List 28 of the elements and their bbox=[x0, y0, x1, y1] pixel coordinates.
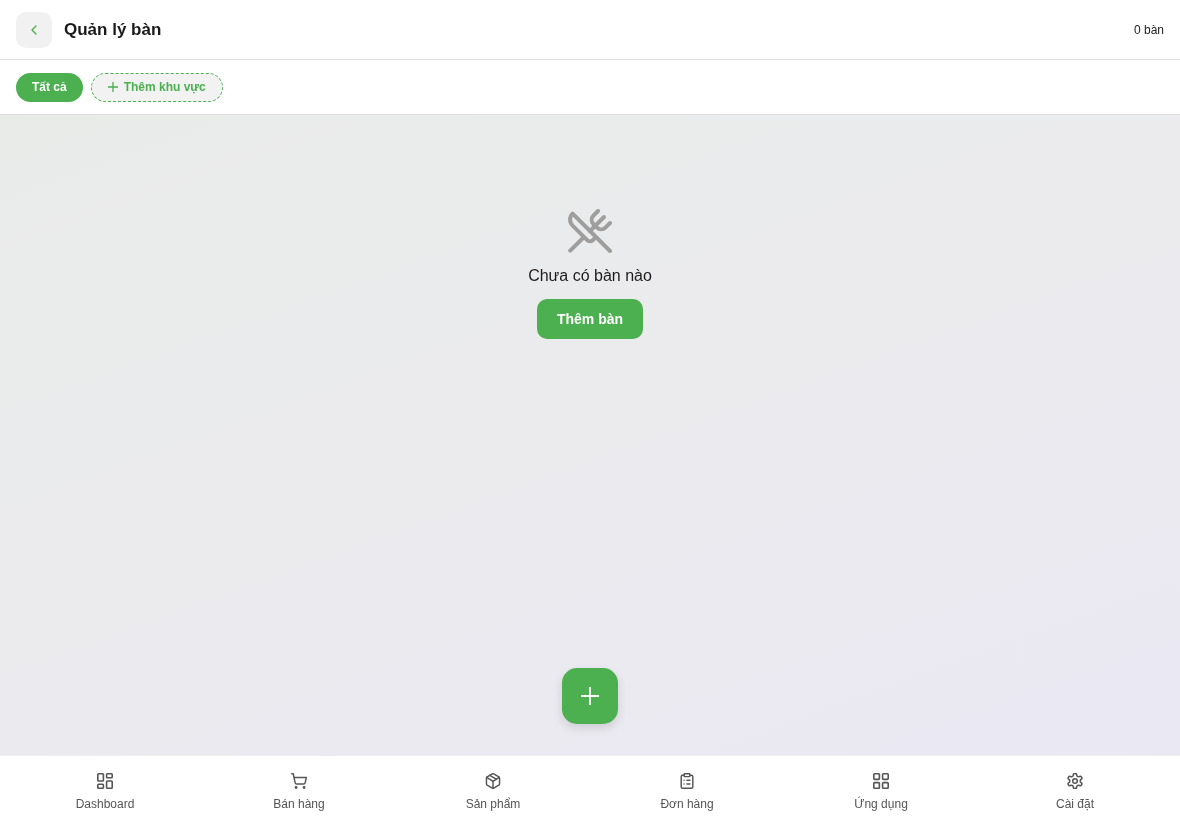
nav-item[interactable]: Cài đặt bbox=[978, 756, 1172, 820]
page-title: Quản lý bàn bbox=[64, 19, 162, 40]
chevron-left-icon bbox=[31, 24, 37, 35]
nav-item[interactable]: Bán hàng bbox=[202, 756, 396, 820]
nav-item[interactable]: Đơn hàng bbox=[590, 756, 784, 820]
table-count: 0 bàn bbox=[1133, 22, 1164, 37]
tiles-icon bbox=[97, 773, 113, 789]
nav-item[interactable]: Ứng dụng bbox=[784, 756, 978, 820]
fork-knife-icon bbox=[568, 209, 612, 253]
box-icon bbox=[485, 773, 501, 789]
nav-label: Bán hàng bbox=[273, 797, 325, 811]
plus-icon bbox=[107, 82, 118, 92]
nav-item[interactable]: Dashboard bbox=[8, 756, 202, 820]
nav-item[interactable]: Sản phẩm bbox=[396, 756, 590, 820]
add-area-label: Thêm khu vực bbox=[123, 80, 206, 94]
clipboard-icon bbox=[679, 773, 695, 789]
nav-label: Đơn hàng bbox=[660, 797, 714, 811]
empty-message: Chưa có bàn nào bbox=[528, 267, 652, 285]
grid-icon bbox=[873, 773, 889, 789]
settings-icon bbox=[1067, 773, 1083, 789]
nav-label: Sản phẩm bbox=[465, 797, 521, 811]
cart-icon bbox=[291, 773, 307, 789]
nav-label: Ứng dụng bbox=[854, 797, 908, 811]
add-button[interactable] bbox=[562, 668, 618, 724]
back-button[interactable] bbox=[16, 11, 52, 48]
plus-icon bbox=[581, 687, 599, 705]
nav-label: Dashboard bbox=[75, 797, 135, 811]
nav-label: Cài đặt bbox=[1056, 797, 1094, 811]
